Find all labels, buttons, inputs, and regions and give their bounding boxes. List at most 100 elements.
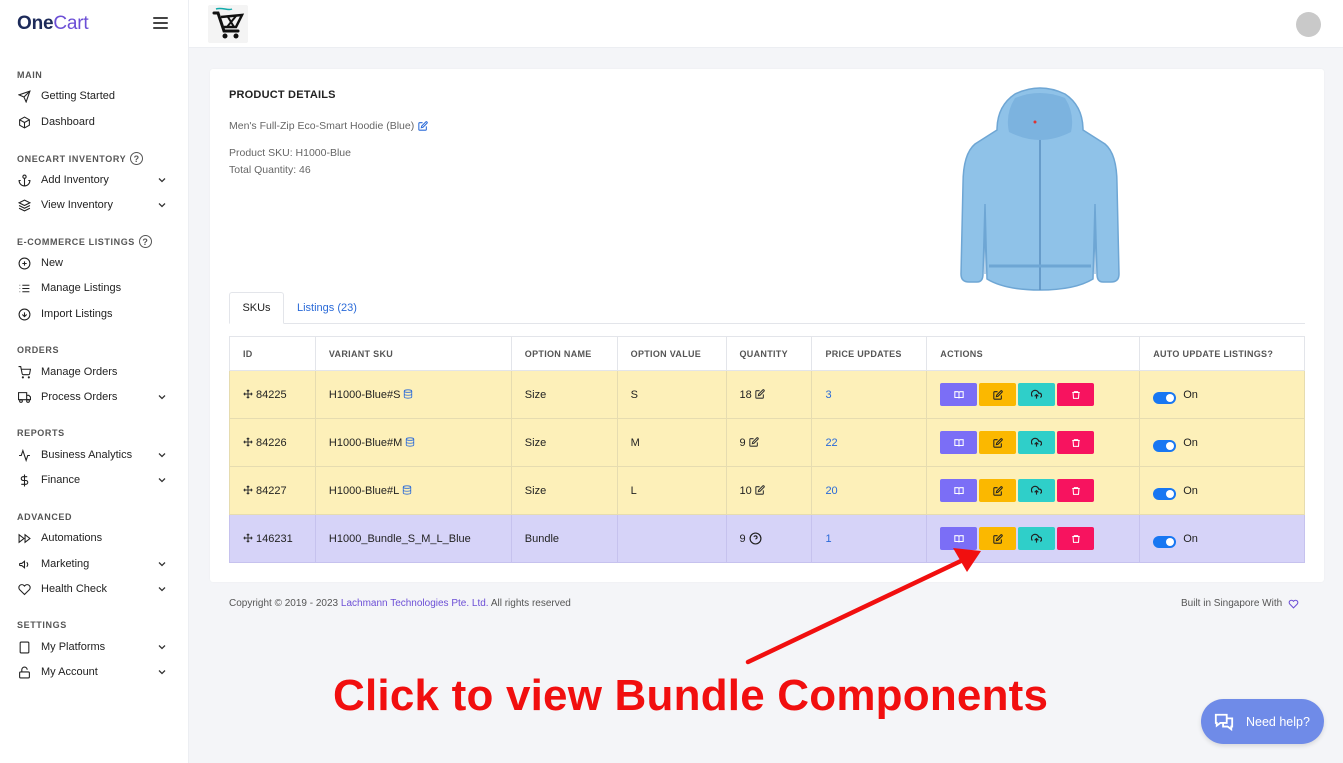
cell-id: 146231: [229, 514, 316, 563]
menu-toggle-icon[interactable]: [153, 17, 168, 29]
auto-update-toggle[interactable]: [1153, 439, 1177, 452]
sidebar-item-getting-started[interactable]: Getting Started: [17, 86, 172, 106]
product-sku: Product SKU: H1000-Blue: [229, 147, 351, 159]
view-components-button[interactable]: [940, 479, 978, 502]
column-header-price-updates[interactable]: PRICE UPDATES: [811, 336, 928, 371]
help-circle-icon[interactable]: ?: [130, 152, 144, 165]
chevron-down-icon: [158, 178, 166, 183]
drag-handle-icon[interactable]: [243, 388, 253, 399]
sidebar-item-health-check[interactable]: Health Check: [17, 579, 172, 599]
avatar[interactable]: [1296, 12, 1321, 37]
copyright-prefix: Copyright © 2019 - 2023: [229, 598, 341, 609]
edit-button[interactable]: [979, 431, 1017, 454]
edit-icon[interactable]: [418, 121, 428, 131]
cell-option-name: Size: [510, 370, 618, 419]
drag-handle-icon[interactable]: [243, 532, 253, 543]
cell-quantity: 9: [725, 514, 813, 563]
price-updates-link[interactable]: 1: [825, 533, 831, 545]
help-circle-icon[interactable]: ?: [138, 235, 152, 248]
megaphone-icon: [17, 557, 31, 571]
database-icon[interactable]: [403, 388, 413, 399]
auto-update-toggle[interactable]: [1153, 391, 1177, 404]
sidebar-item-import-listings[interactable]: Import Listings: [17, 304, 172, 324]
cell-auto-update: On: [1139, 418, 1305, 467]
delete-button[interactable]: [1057, 383, 1095, 406]
sidebar-item-view-inventory[interactable]: View Inventory: [17, 195, 172, 215]
tab-listings[interactable]: Listings (23): [297, 292, 357, 324]
edit-button[interactable]: [979, 479, 1017, 502]
cell-option-name: Size: [510, 418, 618, 467]
delete-button[interactable]: [1057, 431, 1095, 454]
sidebar-item-my-account[interactable]: My Account: [17, 662, 172, 682]
sidebar-item-label: Getting Started: [41, 90, 115, 102]
price-updates-link[interactable]: 3: [825, 389, 831, 401]
sidebar: OneCart MAIN Getting Started Dashboard O…: [0, 0, 189, 763]
anchor-icon: [17, 173, 31, 187]
row-id: 146231: [256, 532, 293, 545]
variant-sku: H1000-Blue#L: [328, 484, 400, 497]
section-onecart-inventory: ONECART INVENTORY ?: [17, 152, 144, 165]
chevron-down-icon: [158, 645, 166, 650]
sidebar-item-marketing[interactable]: Marketing: [17, 554, 172, 574]
brand-logo[interactable]: OneCart: [17, 13, 89, 35]
cell-price-updates: 3: [811, 370, 928, 419]
sidebar-item-new[interactable]: New: [17, 253, 172, 273]
database-icon[interactable]: [405, 436, 415, 447]
database-icon[interactable]: [402, 484, 412, 495]
column-header-quantity[interactable]: QUANTITY: [725, 336, 813, 371]
sidebar-item-finance[interactable]: Finance: [17, 470, 172, 490]
column-header-option-name[interactable]: OPTION NAME: [510, 336, 618, 371]
cell-option-value: M: [616, 418, 727, 467]
sidebar-item-manage-orders[interactable]: Manage Orders: [17, 362, 172, 382]
sidebar-item-label: Automations: [41, 532, 103, 544]
column-header-id[interactable]: ID: [229, 336, 316, 371]
sidebar-item-dashboard[interactable]: Dashboard: [17, 112, 172, 132]
auto-update-toggle[interactable]: [1153, 487, 1177, 500]
company-link[interactable]: Lachmann Technologies Pte. Ltd.: [341, 598, 489, 609]
price-updates-link[interactable]: 22: [825, 437, 837, 449]
help-circle-icon[interactable]: [749, 532, 762, 545]
view-components-button[interactable]: [940, 383, 978, 406]
upload-cloud-icon: [1031, 533, 1043, 543]
activity-icon: [17, 448, 31, 462]
sidebar-item-business-analytics[interactable]: Business Analytics: [17, 445, 172, 465]
edit-icon[interactable]: [755, 388, 765, 399]
delete-button[interactable]: [1057, 479, 1095, 502]
delete-button[interactable]: [1057, 527, 1095, 550]
sidebar-item-process-orders[interactable]: Process Orders: [17, 387, 172, 407]
edit-icon[interactable]: [755, 484, 765, 495]
chevron-down-icon: [158, 203, 166, 208]
edit-button[interactable]: [979, 527, 1017, 550]
sync-button[interactable]: [1018, 527, 1056, 550]
section-main: MAIN: [17, 70, 43, 80]
sidebar-item-label: Business Analytics: [41, 449, 133, 461]
view-bundle-components-button[interactable]: [940, 527, 978, 550]
sidebar-item-add-inventory[interactable]: Add Inventory: [17, 170, 172, 190]
upload-cloud-icon: [1031, 389, 1043, 399]
sidebar-item-automations[interactable]: Automations: [17, 528, 172, 548]
sync-button[interactable]: [1018, 383, 1056, 406]
sync-button[interactable]: [1018, 479, 1056, 502]
plus-circle-icon: [17, 256, 31, 270]
drag-handle-icon[interactable]: [243, 484, 253, 495]
tab-skus[interactable]: SKUs: [229, 292, 284, 324]
view-components-button[interactable]: [940, 431, 978, 454]
need-help-button[interactable]: Need help?: [1201, 699, 1324, 744]
sidebar-item-my-platforms[interactable]: My Platforms: [17, 637, 172, 657]
cell-option-value: L: [616, 466, 727, 515]
cell-quantity: 9: [725, 418, 813, 467]
cart-logo-icon[interactable]: [208, 5, 248, 43]
sidebar-item-label: My Account: [41, 666, 98, 678]
section-advanced: ADVANCED: [17, 512, 73, 522]
sidebar-item-manage-listings[interactable]: Manage Listings: [17, 278, 172, 298]
column-header-option-value[interactable]: OPTION VALUE: [616, 336, 727, 371]
truck-icon: [17, 390, 31, 404]
edit-icon[interactable]: [748, 436, 759, 447]
built-in-text: Built in Singapore With: [1181, 598, 1283, 609]
price-updates-link[interactable]: 20: [825, 485, 837, 497]
drag-handle-icon[interactable]: [243, 436, 253, 447]
column-header-variant-sku[interactable]: VARIANT SKU: [314, 336, 512, 371]
edit-button[interactable]: [979, 383, 1017, 406]
auto-update-toggle[interactable]: [1153, 535, 1177, 548]
sync-button[interactable]: [1018, 431, 1056, 454]
